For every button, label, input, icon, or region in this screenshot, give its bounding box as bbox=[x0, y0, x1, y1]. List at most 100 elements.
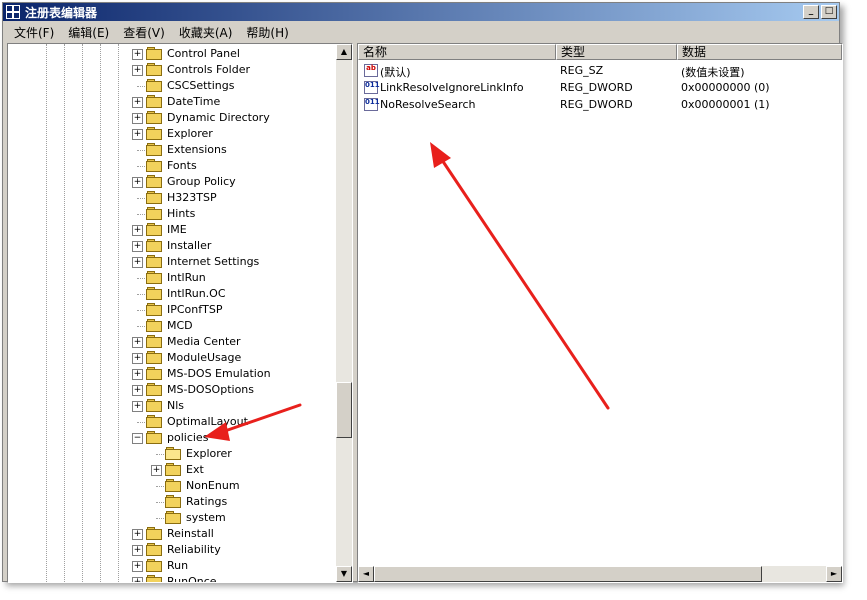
tree-item[interactable]: + MS-DOS Emulation bbox=[8, 366, 336, 382]
scroll-right-button[interactable]: ► bbox=[826, 566, 842, 582]
tree-item[interactable]: CSCSettings bbox=[8, 78, 336, 94]
column-data[interactable]: 数据 bbox=[677, 44, 842, 60]
scroll-down-button[interactable]: ▼ bbox=[336, 566, 352, 582]
expand-icon[interactable]: + bbox=[132, 97, 143, 108]
tree-item[interactable]: + ModuleUsage bbox=[8, 350, 336, 366]
expand-icon[interactable]: + bbox=[132, 65, 143, 76]
tree-item[interactable]: + Run bbox=[8, 558, 336, 574]
menu-view[interactable]: 查看(V) bbox=[116, 24, 172, 41]
expand-icon[interactable]: + bbox=[132, 113, 143, 124]
tree-item[interactable]: Ratings bbox=[8, 494, 336, 510]
expand-icon[interactable]: + bbox=[132, 561, 143, 572]
tree-item[interactable]: + Internet Settings bbox=[8, 254, 336, 270]
folder-icon bbox=[146, 319, 162, 332]
value-list-pane[interactable]: 名称 类型 数据 ab (默认) REG_SZ (数值未设置) 011 LinkResol… bbox=[357, 43, 843, 583]
folder-icon bbox=[146, 127, 162, 140]
tree-item[interactable]: + Reliability bbox=[8, 542, 336, 558]
folder-icon bbox=[146, 111, 162, 124]
tree-item[interactable]: + DateTime bbox=[8, 94, 336, 110]
tree-item[interactable]: + Reinstall bbox=[8, 526, 336, 542]
tree-item[interactable]: + Installer bbox=[8, 238, 336, 254]
folder-icon bbox=[146, 95, 162, 108]
tree-item[interactable]: + MS-DOSOptions bbox=[8, 382, 336, 398]
expand-icon[interactable]: + bbox=[132, 241, 143, 252]
expand-icon[interactable]: + bbox=[132, 369, 143, 380]
tree-item[interactable]: + Ext bbox=[8, 462, 336, 478]
expand-icon[interactable]: + bbox=[132, 49, 143, 60]
expand-icon[interactable]: + bbox=[132, 353, 143, 364]
tree-item-label: Dynamic Directory bbox=[167, 111, 270, 124]
expand-icon[interactable]: + bbox=[132, 129, 143, 140]
value-row[interactable]: ab (默认) REG_SZ (数值未设置) bbox=[364, 63, 834, 79]
tree-item[interactable]: + IME bbox=[8, 222, 336, 238]
list-header: 名称 类型 数据 bbox=[358, 44, 842, 60]
tree-item[interactable]: + Group Policy bbox=[8, 174, 336, 190]
tree-item[interactable]: MCD bbox=[8, 318, 336, 334]
folder-icon bbox=[146, 399, 162, 412]
key-tree-pane[interactable]: + Control Panel + Controls Folder CSCSetting… bbox=[7, 43, 353, 583]
tree-item[interactable]: + Nls bbox=[8, 398, 336, 414]
tree-item[interactable]: OptimalLayout bbox=[8, 414, 336, 430]
horizontal-scroll-thumb[interactable] bbox=[374, 566, 762, 582]
tree-item[interactable]: + Dynamic Directory bbox=[8, 110, 336, 126]
tree-item[interactable]: Extensions bbox=[8, 142, 336, 158]
tree-item[interactable]: IPConfTSP bbox=[8, 302, 336, 318]
title-bar[interactable]: 注册表编辑器 _ □ bbox=[3, 3, 839, 21]
expand-icon[interactable]: + bbox=[151, 465, 162, 476]
tree-item[interactable]: Hints bbox=[8, 206, 336, 222]
tree-item[interactable]: NonEnum bbox=[8, 478, 336, 494]
expand-icon[interactable]: + bbox=[132, 385, 143, 396]
tree-connector bbox=[137, 326, 145, 327]
tree-item-label: Explorer bbox=[186, 447, 232, 460]
menu-help[interactable]: 帮助(H) bbox=[239, 24, 295, 41]
tree-item-label: MCD bbox=[167, 319, 193, 332]
tree-item[interactable]: + Explorer bbox=[8, 126, 336, 142]
collapse-icon[interactable]: − bbox=[132, 433, 143, 444]
menu-favorites[interactable]: 收藏夹(A) bbox=[172, 24, 240, 41]
folder-icon bbox=[146, 159, 162, 172]
folder-icon bbox=[146, 431, 162, 444]
scroll-thumb[interactable] bbox=[336, 382, 352, 438]
tree-item-label: Explorer bbox=[167, 127, 213, 140]
tree-item[interactable]: H323TSP bbox=[8, 190, 336, 206]
tree-item[interactable]: Explorer bbox=[8, 446, 336, 462]
column-name[interactable]: 名称 bbox=[358, 44, 556, 60]
menu-file[interactable]: 文件(F) bbox=[7, 24, 61, 41]
folder-icon bbox=[165, 511, 181, 524]
tree-item[interactable]: IntlRun.OC bbox=[8, 286, 336, 302]
tree-item[interactable]: − policies bbox=[8, 430, 336, 446]
column-type[interactable]: 类型 bbox=[556, 44, 677, 60]
value-data: 0x00000001 (1) bbox=[681, 98, 770, 111]
value-row[interactable]: 011 NoResolveSearch REG_DWORD 0x00000001 (1… bbox=[364, 97, 834, 113]
tree-item-label: RunOnce bbox=[167, 575, 217, 582]
tree-item[interactable]: + Media Center bbox=[8, 334, 336, 350]
expand-icon[interactable]: + bbox=[132, 337, 143, 348]
folder-icon bbox=[146, 47, 162, 60]
expand-icon[interactable]: + bbox=[132, 577, 143, 582]
tree-item-label: IME bbox=[167, 223, 187, 236]
expand-icon[interactable]: + bbox=[132, 401, 143, 412]
tree-item[interactable]: IntlRun bbox=[8, 270, 336, 286]
tree-item[interactable]: + Control Panel bbox=[8, 46, 336, 62]
tree-item[interactable]: Fonts bbox=[8, 158, 336, 174]
expand-icon[interactable]: + bbox=[132, 529, 143, 540]
scroll-up-button[interactable]: ▲ bbox=[336, 44, 352, 60]
tree-item[interactable]: + RunOnce bbox=[8, 574, 336, 582]
expand-icon[interactable]: + bbox=[132, 257, 143, 268]
menu-edit[interactable]: 编辑(E) bbox=[61, 24, 116, 41]
tree-item[interactable]: + Controls Folder bbox=[8, 62, 336, 78]
expand-icon[interactable]: + bbox=[132, 545, 143, 556]
expand-icon[interactable]: + bbox=[132, 177, 143, 188]
value-row[interactable]: 011 LinkResolveIgnoreLinkInfo REG_DWORD 0x0… bbox=[364, 80, 834, 96]
expand-icon[interactable]: + bbox=[132, 225, 143, 236]
tree-item-label: Extensions bbox=[167, 143, 227, 156]
maximize-button[interactable]: □ bbox=[821, 5, 837, 19]
folder-open-icon bbox=[165, 447, 181, 460]
list-horizontal-scrollbar[interactable]: ◄ ► bbox=[358, 566, 842, 582]
minimize-button[interactable]: _ bbox=[803, 5, 819, 19]
tree-item-label: MS-DOS Emulation bbox=[167, 367, 271, 380]
scroll-left-button[interactable]: ◄ bbox=[358, 566, 374, 582]
tree-vertical-scrollbar[interactable]: ▲ ▼ bbox=[336, 44, 352, 582]
tree-item[interactable]: system bbox=[8, 510, 336, 526]
folder-icon bbox=[146, 559, 162, 572]
